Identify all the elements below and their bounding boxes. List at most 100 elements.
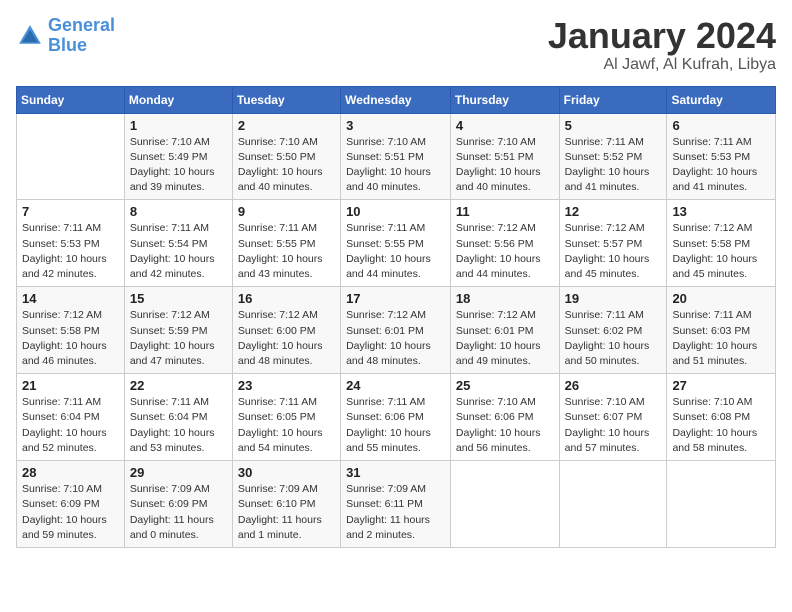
day-number: 6	[672, 118, 770, 133]
calendar-cell	[559, 461, 667, 548]
calendar-cell	[17, 113, 125, 200]
day-number: 3	[346, 118, 445, 133]
week-row-5: 28 Sunrise: 7:10 AM Sunset: 6:09 PM Dayli…	[17, 461, 776, 548]
day-info: Sunrise: 7:10 AM Sunset: 6:07 PM Dayligh…	[565, 395, 662, 456]
day-info: Sunrise: 7:11 AM Sunset: 6:04 PM Dayligh…	[130, 395, 227, 456]
calendar-cell: 13 Sunrise: 7:12 AM Sunset: 5:58 PM Dayli…	[667, 200, 776, 287]
day-header-thursday: Thursday	[450, 86, 559, 113]
day-info: Sunrise: 7:10 AM Sunset: 6:06 PM Dayligh…	[456, 395, 554, 456]
location: Al Jawf, Al Kufrah, Libya	[548, 56, 776, 74]
day-header-tuesday: Tuesday	[232, 86, 340, 113]
calendar-cell: 20 Sunrise: 7:11 AM Sunset: 6:03 PM Dayli…	[667, 287, 776, 374]
calendar-cell: 3 Sunrise: 7:10 AM Sunset: 5:51 PM Daylig…	[341, 113, 451, 200]
day-header-wednesday: Wednesday	[341, 86, 451, 113]
day-number: 19	[565, 291, 662, 306]
title-block: January 2024 Al Jawf, Al Kufrah, Libya	[548, 16, 776, 74]
logo-icon	[16, 22, 44, 50]
day-info: Sunrise: 7:09 AM Sunset: 6:10 PM Dayligh…	[238, 482, 335, 543]
calendar-cell	[450, 461, 559, 548]
calendar-cell: 18 Sunrise: 7:12 AM Sunset: 6:01 PM Dayli…	[450, 287, 559, 374]
calendar-cell: 6 Sunrise: 7:11 AM Sunset: 5:53 PM Daylig…	[667, 113, 776, 200]
calendar-cell	[667, 461, 776, 548]
day-number: 7	[22, 204, 119, 219]
day-header-friday: Friday	[559, 86, 667, 113]
day-info: Sunrise: 7:12 AM Sunset: 5:58 PM Dayligh…	[672, 221, 770, 282]
day-number: 16	[238, 291, 335, 306]
calendar-cell: 9Sunrise: 7:11 AM Sunset: 5:55 PM Daylig…	[232, 200, 340, 287]
day-info: Sunrise: 7:12 AM Sunset: 6:01 PM Dayligh…	[346, 308, 445, 369]
day-info: Sunrise: 7:11 AM Sunset: 6:03 PM Dayligh…	[672, 308, 770, 369]
calendar-cell: 19 Sunrise: 7:11 AM Sunset: 6:02 PM Dayli…	[559, 287, 667, 374]
calendar-cell: 16 Sunrise: 7:12 AM Sunset: 6:00 PM Dayli…	[232, 287, 340, 374]
calendar-cell: 29Sunrise: 7:09 AM Sunset: 6:09 PM Dayli…	[124, 461, 232, 548]
day-number: 15	[130, 291, 227, 306]
logo-line1: General	[48, 15, 115, 35]
page-header: General Blue January 2024 Al Jawf, Al Ku…	[16, 16, 776, 74]
day-info: Sunrise: 7:11 AM Sunset: 5:53 PM Dayligh…	[22, 221, 119, 282]
calendar-table: SundayMondayTuesdayWednesdayThursdayFrid…	[16, 86, 776, 548]
day-number: 8	[130, 204, 227, 219]
day-number: 5	[565, 118, 662, 133]
logo-line2: Blue	[48, 35, 87, 55]
day-header-sunday: Sunday	[17, 86, 125, 113]
day-info: Sunrise: 7:11 AM Sunset: 5:53 PM Dayligh…	[672, 135, 770, 196]
day-number: 18	[456, 291, 554, 306]
calendar-cell: 11 Sunrise: 7:12 AM Sunset: 5:56 PM Dayli…	[450, 200, 559, 287]
day-number: 22	[130, 378, 227, 393]
day-number: 25	[456, 378, 554, 393]
day-number: 1	[130, 118, 227, 133]
day-number: 24	[346, 378, 445, 393]
day-info: Sunrise: 7:11 AM Sunset: 5:55 PM Dayligh…	[346, 221, 445, 282]
day-number: 31	[346, 465, 445, 480]
day-info: Sunrise: 7:12 AM Sunset: 6:01 PM Dayligh…	[456, 308, 554, 369]
calendar-cell: 30Sunrise: 7:09 AM Sunset: 6:10 PM Dayli…	[232, 461, 340, 548]
day-info: Sunrise: 7:09 AM Sunset: 6:11 PM Dayligh…	[346, 482, 445, 543]
calendar-cell: 2 Sunrise: 7:10 AM Sunset: 5:50 PM Daylig…	[232, 113, 340, 200]
day-number: 14	[22, 291, 119, 306]
day-number: 20	[672, 291, 770, 306]
day-number: 28	[22, 465, 119, 480]
day-info: Sunrise: 7:11 AM Sunset: 6:04 PM Dayligh…	[22, 395, 119, 456]
calendar-cell: 27 Sunrise: 7:10 AM Sunset: 6:08 PM Dayli…	[667, 374, 776, 461]
day-number: 21	[22, 378, 119, 393]
day-info: Sunrise: 7:11 AM Sunset: 6:06 PM Dayligh…	[346, 395, 445, 456]
day-info: Sunrise: 7:11 AM Sunset: 5:54 PM Dayligh…	[130, 221, 227, 282]
calendar-cell: 5 Sunrise: 7:11 AM Sunset: 5:52 PM Daylig…	[559, 113, 667, 200]
calendar-cell: 25 Sunrise: 7:10 AM Sunset: 6:06 PM Dayli…	[450, 374, 559, 461]
calendar-cell: 14Sunrise: 7:12 AM Sunset: 5:58 PM Dayli…	[17, 287, 125, 374]
day-number: 10	[346, 204, 445, 219]
logo-text: General Blue	[48, 16, 115, 56]
month-title: January 2024	[548, 16, 776, 56]
calendar-cell: 7 Sunrise: 7:11 AM Sunset: 5:53 PM Daylig…	[17, 200, 125, 287]
day-number: 12	[565, 204, 662, 219]
day-number: 17	[346, 291, 445, 306]
calendar-cell: 4Sunrise: 7:10 AM Sunset: 5:51 PM Daylig…	[450, 113, 559, 200]
calendar-cell: 17 Sunrise: 7:12 AM Sunset: 6:01 PM Dayli…	[341, 287, 451, 374]
day-info: Sunrise: 7:10 AM Sunset: 5:49 PM Dayligh…	[130, 135, 227, 196]
day-info: Sunrise: 7:11 AM Sunset: 6:02 PM Dayligh…	[565, 308, 662, 369]
calendar-cell: 8 Sunrise: 7:11 AM Sunset: 5:54 PM Daylig…	[124, 200, 232, 287]
calendar-cell: 1 Sunrise: 7:10 AM Sunset: 5:49 PM Daylig…	[124, 113, 232, 200]
day-header-saturday: Saturday	[667, 86, 776, 113]
day-number: 27	[672, 378, 770, 393]
day-info: Sunrise: 7:11 AM Sunset: 6:05 PM Dayligh…	[238, 395, 335, 456]
day-info: Sunrise: 7:12 AM Sunset: 6:00 PM Dayligh…	[238, 308, 335, 369]
day-info: Sunrise: 7:11 AM Sunset: 5:52 PM Dayligh…	[565, 135, 662, 196]
calendar-cell: 31 Sunrise: 7:09 AM Sunset: 6:11 PM Dayli…	[341, 461, 451, 548]
day-number: 26	[565, 378, 662, 393]
day-info: Sunrise: 7:10 AM Sunset: 6:09 PM Dayligh…	[22, 482, 119, 543]
calendar-cell: 21 Sunrise: 7:11 AM Sunset: 6:04 PM Dayli…	[17, 374, 125, 461]
day-number: 2	[238, 118, 335, 133]
day-info: Sunrise: 7:10 AM Sunset: 5:51 PM Dayligh…	[346, 135, 445, 196]
day-info: Sunrise: 7:10 AM Sunset: 5:50 PM Dayligh…	[238, 135, 335, 196]
day-number: 13	[672, 204, 770, 219]
calendar-cell: 22 Sunrise: 7:11 AM Sunset: 6:04 PM Dayli…	[124, 374, 232, 461]
day-info: Sunrise: 7:12 AM Sunset: 5:56 PM Dayligh…	[456, 221, 554, 282]
logo: General Blue	[16, 16, 115, 56]
calendar-cell: 28 Sunrise: 7:10 AM Sunset: 6:09 PM Dayli…	[17, 461, 125, 548]
day-header-monday: Monday	[124, 86, 232, 113]
day-info: Sunrise: 7:10 AM Sunset: 6:08 PM Dayligh…	[672, 395, 770, 456]
day-number: 9	[238, 204, 335, 219]
day-number: 11	[456, 204, 554, 219]
day-info: Sunrise: 7:12 AM Sunset: 5:59 PM Dayligh…	[130, 308, 227, 369]
